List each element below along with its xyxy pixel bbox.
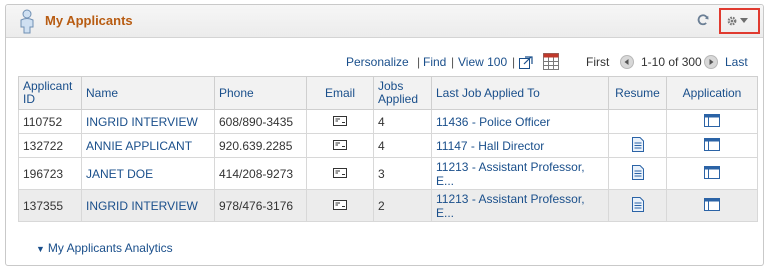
resume-document-icon[interactable] xyxy=(631,196,644,212)
col-phone[interactable]: Phone xyxy=(214,76,307,110)
col-application[interactable]: Application xyxy=(666,76,758,110)
pagelet-title: My Applicants xyxy=(45,13,133,28)
last-link[interactable]: Last xyxy=(725,55,748,69)
applicants-analytics-toggle[interactable]: ▼ My Applicants Analytics xyxy=(36,241,173,255)
applicant-name-link[interactable]: INGRID INTERVIEW xyxy=(86,115,198,129)
applicant-name-link[interactable]: INGRID INTERVIEW xyxy=(86,199,198,213)
email-icon[interactable] xyxy=(333,167,347,178)
table-header-row: Applicant ID Name Phone Email Jobs Appli… xyxy=(18,76,758,110)
col-jobs-applied[interactable]: Jobs Applied xyxy=(373,76,432,110)
application-icon[interactable] xyxy=(704,113,720,127)
personalize-link[interactable]: Personalize xyxy=(346,55,409,69)
phone: 920.639.2285 xyxy=(214,133,307,158)
last-job-link[interactable]: 11213 - Assistant Professor, E... xyxy=(436,160,585,188)
applicant-name-link[interactable]: ANNIE APPLICANT xyxy=(86,139,192,153)
last-job-link[interactable]: 11213 - Assistant Professor, E... xyxy=(436,192,585,220)
table-row: 137355 INGRID INTERVIEW 978/476-3176 2 1… xyxy=(18,189,758,222)
table-row: 110752 INGRID INTERVIEW 608/890-3435 4 1… xyxy=(18,109,758,134)
applicant-name-link[interactable]: JANET DOE xyxy=(86,167,153,181)
applicant-id: 137355 xyxy=(18,189,82,222)
my-applicants-pagelet: My Applicants Personalize | Find | View … xyxy=(5,4,764,266)
phone: 414/208-9273 xyxy=(214,157,307,190)
applicants-table: Applicant ID Name Phone Email Jobs Appli… xyxy=(18,76,758,222)
find-link[interactable]: Find xyxy=(423,55,446,69)
application-icon[interactable] xyxy=(704,165,720,179)
phone: 978/476-3176 xyxy=(214,189,307,222)
applicant-id: 110752 xyxy=(18,109,82,134)
toolbar-separator: | xyxy=(417,55,421,69)
toolbar-separator: | xyxy=(512,55,516,69)
col-resume[interactable]: Resume xyxy=(608,76,667,110)
triangle-left-icon xyxy=(624,59,629,65)
previous-page-button[interactable] xyxy=(620,55,634,69)
gear-dropdown-icon xyxy=(727,16,748,26)
resume-document-icon[interactable] xyxy=(631,136,644,152)
grid-toolbar: Personalize | Find | View 100 | First 1-… xyxy=(6,53,763,73)
table-row: 132722 ANNIE APPLICANT 920.639.2285 4 11… xyxy=(18,133,758,158)
first-label: First xyxy=(586,55,610,69)
settings-menu-button[interactable] xyxy=(719,8,760,34)
resume-document-icon[interactable] xyxy=(631,164,644,180)
page-range: 1-10 of 300 xyxy=(641,55,702,69)
jobs-applied: 4 xyxy=(373,133,432,158)
refresh-icon[interactable] xyxy=(696,13,710,27)
resume-cell xyxy=(608,109,667,134)
download-spreadsheet-icon[interactable] xyxy=(543,53,559,70)
triangle-down-icon: ▼ xyxy=(36,244,45,254)
jobs-applied: 3 xyxy=(373,157,432,190)
last-job-link[interactable]: 11147 - Hall Director xyxy=(436,139,544,153)
view-100-link[interactable]: View 100 xyxy=(458,55,507,69)
person-icon xyxy=(20,9,34,34)
pagelet-header: My Applicants xyxy=(6,5,763,38)
table-row: 196723 JANET DOE 414/208-9273 3 11213 - … xyxy=(18,157,758,190)
toolbar-separator: | xyxy=(451,55,455,69)
email-icon[interactable] xyxy=(333,139,347,150)
applicant-id: 132722 xyxy=(18,133,82,158)
col-name[interactable]: Name xyxy=(81,76,215,110)
triangle-right-icon xyxy=(709,59,714,65)
email-icon[interactable] xyxy=(333,199,347,210)
col-applicant-id[interactable]: Applicant ID xyxy=(18,76,82,110)
jobs-applied: 4 xyxy=(373,109,432,134)
applicant-id: 196723 xyxy=(18,157,82,190)
email-icon[interactable] xyxy=(333,115,347,126)
next-page-button[interactable] xyxy=(704,55,718,69)
phone: 608/890-3435 xyxy=(214,109,307,134)
zoom-grid-icon[interactable] xyxy=(519,55,534,69)
col-email[interactable]: Email xyxy=(306,76,374,110)
jobs-applied: 2 xyxy=(373,189,432,222)
col-last-job[interactable]: Last Job Applied To xyxy=(431,76,609,110)
analytics-label: My Applicants Analytics xyxy=(47,241,173,255)
last-job-link[interactable]: 11436 - Police Officer xyxy=(436,115,550,129)
application-icon[interactable] xyxy=(704,197,720,211)
application-icon[interactable] xyxy=(704,137,720,151)
